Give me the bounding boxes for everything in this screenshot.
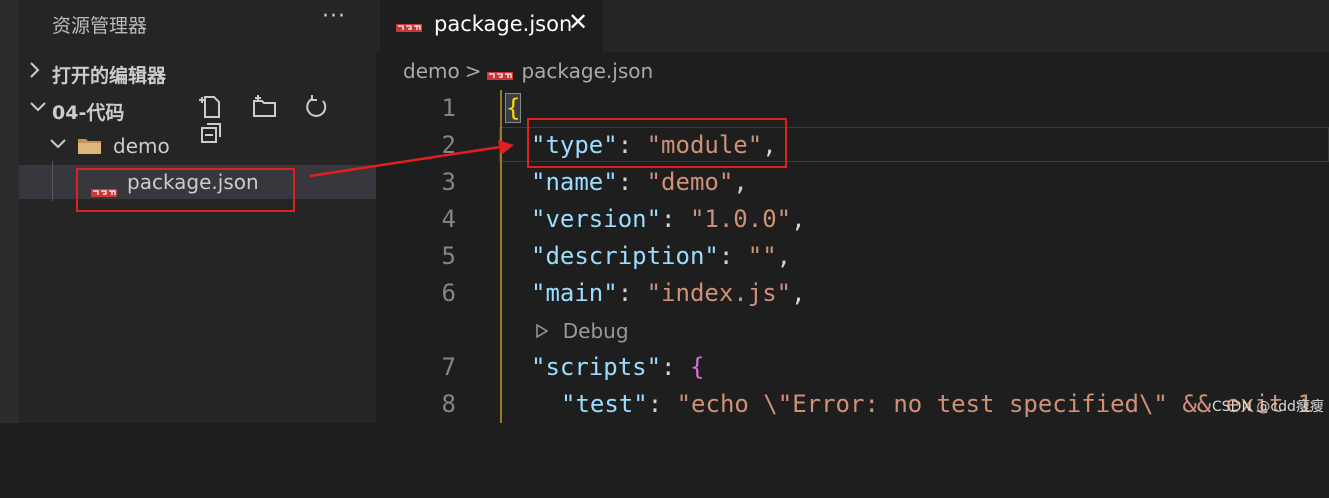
- annotation-arrow: [309, 140, 514, 178]
- watermark: CSDN @cdd瘦瘦: [1212, 399, 1324, 415]
